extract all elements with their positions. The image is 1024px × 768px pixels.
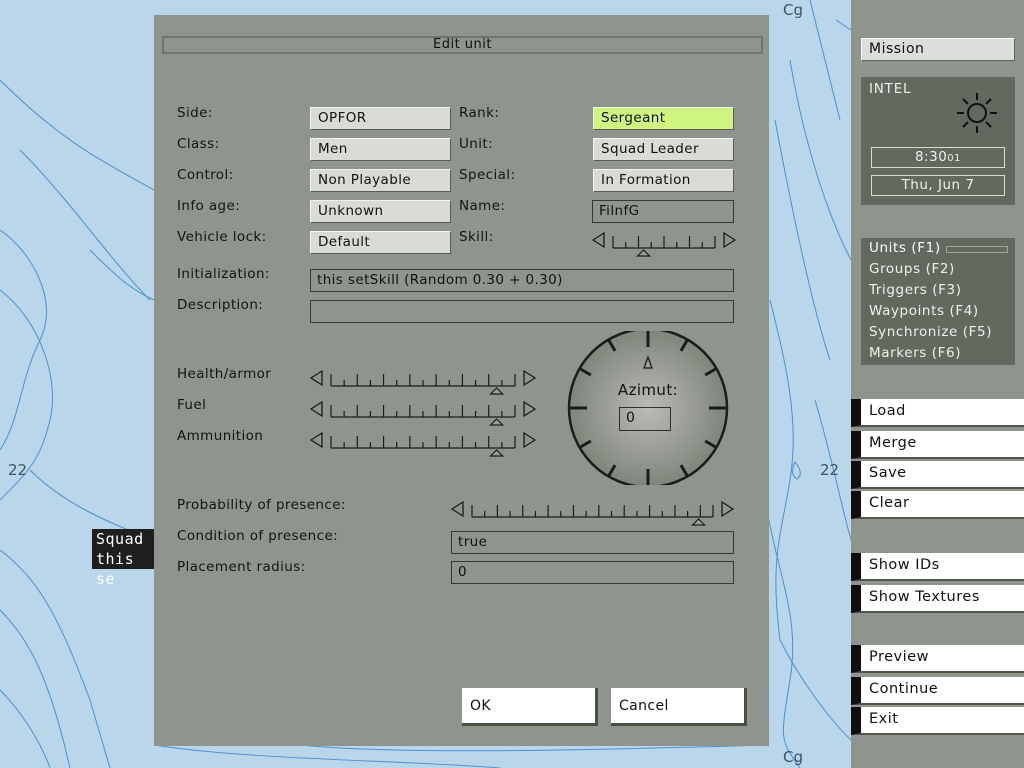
map-label-cg-top: Cg xyxy=(783,1,803,19)
ammunition-slider[interactable] xyxy=(309,428,537,458)
vehicle-lock-label: Vehicle lock: xyxy=(177,229,267,245)
mode-waypoints[interactable]: Waypoints (F4) xyxy=(869,303,979,319)
slider-left-arrow-icon[interactable] xyxy=(309,369,323,387)
description-label: Description: xyxy=(177,297,264,313)
info-age-combo[interactable]: Unknown xyxy=(310,200,451,223)
ok-button[interactable]: OK xyxy=(462,688,598,726)
health-armor-label: Health/armor xyxy=(177,366,272,382)
continue-button[interactable]: Continue xyxy=(851,677,1024,705)
name-field[interactable]: FilnfG xyxy=(592,200,734,223)
show-ids-button[interactable]: Show IDs xyxy=(851,553,1024,581)
control-label: Control: xyxy=(177,167,234,183)
slider-right-arrow-icon[interactable] xyxy=(523,369,537,387)
editor-mode-list: Units (F1) Groups (F2) Triggers (F3) Way… xyxy=(861,238,1015,365)
slider-left-arrow-icon[interactable] xyxy=(591,231,605,249)
mode-triggers[interactable]: Triggers (F3) xyxy=(869,282,962,298)
initialization-label: Initialization: xyxy=(177,266,270,282)
intel-date: Thu, Jun 7 xyxy=(871,175,1005,196)
slider-left-arrow-icon[interactable] xyxy=(450,500,464,518)
mode-units[interactable]: Units (F1) xyxy=(869,240,941,256)
intel-box[interactable]: INTEL 8:3001 Thu, Jun 7 xyxy=(861,77,1015,205)
probability-slider[interactable] xyxy=(450,497,735,527)
map-unit-tag[interactable]: Squad this se xyxy=(92,529,156,588)
vehicle-lock-combo[interactable]: Default xyxy=(310,231,451,254)
mode-selection-bar xyxy=(946,246,1008,253)
load-button[interactable]: Load xyxy=(851,399,1024,427)
slider-thumb[interactable] xyxy=(691,518,706,526)
probability-label: Probability of presence: xyxy=(177,497,346,513)
mode-markers[interactable]: Markers (F6) xyxy=(869,345,961,361)
intel-time: 8:3001 xyxy=(871,147,1005,168)
map-label-22-right: 22 xyxy=(820,461,840,479)
slider-right-arrow-icon[interactable] xyxy=(721,500,735,518)
map-label-22-left: 22 xyxy=(8,461,28,479)
description-field[interactable] xyxy=(310,300,734,323)
side-label: Side: xyxy=(177,105,213,121)
slider-left-arrow-icon[interactable] xyxy=(309,400,323,418)
class-label: Class: xyxy=(177,136,220,152)
exit-button[interactable]: Exit xyxy=(851,707,1024,735)
slider-right-arrow-icon[interactable] xyxy=(523,431,537,449)
editor-side-panel: Mission INTEL 8:3001 Thu, Jun 7 Units (F… xyxy=(851,0,1024,768)
intel-time-value: 8:30 xyxy=(914,149,948,165)
rank-combo[interactable]: Sergeant xyxy=(593,107,734,130)
show-textures-button[interactable]: Show Textures xyxy=(851,585,1024,613)
slider-thumb[interactable] xyxy=(636,249,652,257)
slider-thumb[interactable] xyxy=(489,449,505,457)
map-unit-tag-line1: Squad xyxy=(96,530,144,548)
merge-button[interactable]: Merge xyxy=(851,431,1024,459)
dialog-title: Edit unit xyxy=(162,36,763,54)
intel-time-seconds: 01 xyxy=(947,153,962,164)
slider-thumb[interactable] xyxy=(489,387,505,395)
placement-radius-field[interactable]: 0 xyxy=(451,561,734,584)
skill-slider[interactable] xyxy=(591,228,737,258)
info-age-label: Info age: xyxy=(177,198,241,214)
initialization-field[interactable]: this setSkill (Random 0.30 + 0.30) xyxy=(310,269,734,292)
preview-button[interactable]: Preview xyxy=(851,645,1024,673)
slider-right-arrow-icon[interactable] xyxy=(523,400,537,418)
intel-title: INTEL xyxy=(869,81,912,97)
slider-left-arrow-icon[interactable] xyxy=(309,431,323,449)
mode-groups[interactable]: Groups (F2) xyxy=(869,261,955,277)
unit-combo[interactable]: Squad Leader xyxy=(593,138,734,161)
fuel-slider[interactable] xyxy=(309,397,537,427)
save-button[interactable]: Save xyxy=(851,461,1024,489)
sun-weather-icon xyxy=(957,93,997,133)
edit-unit-dialog: Edit unit Side: OPFOR Class: Men Control… xyxy=(154,15,769,746)
rank-label: Rank: xyxy=(459,105,500,121)
placement-label: Placement radius: xyxy=(177,559,306,575)
special-label: Special: xyxy=(459,167,516,183)
map-label-cg-bottom: Cg xyxy=(783,748,803,766)
condition-field[interactable]: true xyxy=(451,531,734,554)
unit-label: Unit: xyxy=(459,136,494,152)
control-combo[interactable]: Non Playable xyxy=(310,169,451,192)
mission-button[interactable]: Mission xyxy=(861,38,1015,61)
slider-thumb[interactable] xyxy=(489,418,505,426)
clear-button[interactable]: Clear xyxy=(851,491,1024,519)
name-label: Name: xyxy=(459,198,506,214)
class-combo[interactable]: Men xyxy=(310,138,451,161)
cancel-button[interactable]: Cancel xyxy=(611,688,747,726)
mode-synchronize[interactable]: Synchronize (F5) xyxy=(869,324,992,340)
side-combo[interactable]: OPFOR xyxy=(310,107,451,130)
map-unit-tag-line2: this se xyxy=(96,550,135,588)
health-armor-slider[interactable] xyxy=(309,366,537,396)
slider-right-arrow-icon[interactable] xyxy=(723,231,737,249)
condition-label: Condition of presence: xyxy=(177,528,339,544)
skill-label: Skill: xyxy=(459,229,494,245)
azimut-label: Azimut: xyxy=(617,381,679,399)
special-combo[interactable]: In Formation xyxy=(593,169,734,192)
ammunition-label: Ammunition xyxy=(177,428,264,444)
azimut-field[interactable]: 0 xyxy=(619,407,671,431)
fuel-label: Fuel xyxy=(177,397,207,413)
